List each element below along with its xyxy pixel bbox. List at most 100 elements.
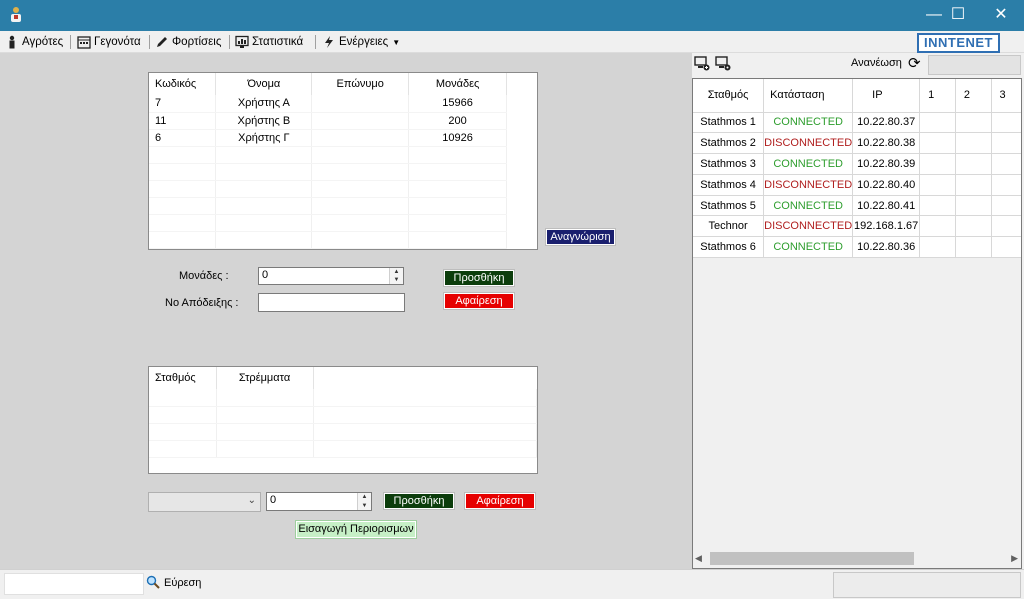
cell-ip: 10.22.80.37	[852, 112, 921, 134]
cell-status: CONNECTED	[763, 236, 854, 259]
cell-status: CONNECTED	[763, 153, 854, 175]
scroll-left-icon[interactable]: ◀	[695, 553, 702, 564]
cell-ip: 10.22.80.39	[852, 153, 921, 175]
users-grid[interactable]: Κωδικός Όνομα Επώνυμο Μονάδες 7 Χρήστης …	[148, 72, 538, 250]
cell-status: CONNECTED	[763, 195, 854, 217]
add-units-button[interactable]: Προσθήκη	[443, 269, 515, 287]
cell-units: 15966	[408, 95, 507, 113]
column-header-last-name[interactable]: Επώνυμο	[311, 73, 410, 95]
menu-farmers[interactable]: Αγρότες	[5, 34, 63, 50]
menu-events[interactable]: Γεγονότα	[77, 34, 141, 50]
cell-units: 200	[408, 112, 507, 130]
menu-events-label: Γεγονότα	[94, 36, 141, 48]
column-header-first-name[interactable]: Όνομα	[215, 73, 313, 95]
units-spinner[interactable]: ▲ ▼	[389, 268, 403, 284]
lightning-icon	[325, 36, 333, 48]
monitor-chart-icon	[235, 35, 249, 48]
menu-farmers-label: Αγρότες	[22, 36, 64, 48]
scrollbar-thumb[interactable]	[710, 552, 914, 565]
cell-station: Stathmos 4	[693, 174, 765, 196]
spin-down-icon[interactable]: ▼	[390, 276, 403, 284]
table-row[interactable]: 7 Χρήστης Α 15966	[149, 95, 507, 113]
empty-row	[149, 423, 537, 441]
scroll-right-icon[interactable]: ▶	[1011, 553, 1018, 564]
cell-status: DISCONNECTED	[763, 132, 854, 155]
column-header-station[interactable]: Σταθμός	[693, 79, 765, 113]
table-row[interactable]: Stathmos 6 CONNECTED 10.22.80.36	[693, 236, 1021, 259]
insert-restrictions-button[interactable]: Εισαγωγή Περιορισμων	[295, 520, 417, 539]
table-row[interactable]: Stathmos 3 CONNECTED 10.22.80.39	[693, 153, 1021, 175]
column-header-station[interactable]: Σταθμός	[149, 367, 217, 389]
column-header-2[interactable]: 2	[955, 79, 992, 113]
search-label[interactable]: Εύρεση	[164, 577, 201, 589]
stations-grid[interactable]: Σταθμός Στρέμματα	[148, 366, 538, 474]
menu-statistics[interactable]: Στατιστικά	[235, 34, 303, 50]
column-header-code[interactable]: Κωδικός	[149, 73, 217, 95]
refresh-icon[interactable]: ⟳	[908, 54, 921, 72]
units-label: Μονάδες :	[179, 270, 229, 282]
acres-stepper[interactable]: 0 ▲ ▼	[266, 492, 372, 511]
acres-spinner[interactable]: ▲ ▼	[357, 493, 371, 510]
menu-actions-label: Ενέργειες	[339, 36, 389, 48]
table-row[interactable]: Stathmos 5 CONNECTED 10.22.80.41	[693, 195, 1021, 217]
column-header-1[interactable]: 1	[919, 79, 956, 113]
table-row[interactable]: Stathmos 1 CONNECTED 10.22.80.37	[693, 112, 1021, 134]
acres-value: 0	[270, 494, 277, 506]
cell-status: DISCONNECTED	[763, 215, 854, 238]
search-input[interactable]	[4, 573, 144, 595]
empty-row	[149, 231, 507, 249]
spin-up-icon[interactable]: ▲	[390, 268, 403, 276]
horizontal-scrollbar[interactable]: ◀ ▶	[693, 549, 1021, 568]
receipt-label: Νο Απόδειξης :	[165, 297, 239, 309]
maximize-button[interactable]: ☐	[935, 0, 981, 31]
menu-loads[interactable]: Φορτίσεις	[155, 34, 221, 50]
menu-separator	[149, 35, 150, 49]
menu-statistics-label: Στατιστικά	[252, 36, 304, 48]
empty-row	[149, 146, 507, 164]
column-header-ip[interactable]: IP	[852, 79, 921, 113]
column-header-status[interactable]: Κατάσταση	[763, 79, 854, 113]
stations-status-header: Σταθμός Κατάσταση IP 1 2 3	[693, 79, 1021, 113]
add-station-button[interactable]	[694, 55, 710, 74]
spin-up-icon[interactable]: ▲	[358, 493, 371, 502]
search-icon[interactable]	[146, 575, 160, 592]
table-row[interactable]: 11 Χρήστης Β 200	[149, 112, 507, 130]
recognition-button[interactable]: Αναγνώριση	[545, 228, 616, 246]
column-header-filler	[313, 367, 537, 389]
units-stepper[interactable]: 0 ▲ ▼	[258, 267, 404, 285]
remove-units-button[interactable]: Αφαίρεση	[443, 292, 515, 310]
chevron-down-icon: ⌄	[247, 495, 256, 506]
cell-station: Stathmos 1	[693, 112, 765, 134]
table-row[interactable]: Stathmos 4 DISCONNECTED 10.22.80.40	[693, 174, 1021, 196]
add-restriction-button[interactable]: Προσθήκη	[383, 492, 455, 510]
spin-down-icon[interactable]: ▼	[358, 502, 371, 511]
empty-row	[149, 163, 507, 181]
edit-station-button[interactable]	[715, 55, 731, 74]
remove-restriction-button[interactable]: Αφαίρεση	[464, 492, 536, 510]
column-header-acres[interactable]: Στρέμματα	[216, 367, 314, 389]
cell-first-name: Χρήστης Α	[215, 95, 313, 113]
close-button[interactable]: ✕	[978, 0, 1024, 31]
cell-status: DISCONNECTED	[763, 174, 854, 196]
table-row[interactable]: Technor DISCONNECTED 192.168.1.67	[693, 215, 1021, 238]
menu-separator	[70, 35, 71, 49]
cell-ip: 10.22.80.38	[852, 132, 921, 155]
cell-last-name	[311, 129, 410, 147]
stations-panel: Ανανέωση ⟳ Σταθμός Κατάσταση IP 1 2 3 St…	[692, 53, 1024, 569]
pencil-icon	[157, 37, 167, 47]
column-header-3[interactable]: 3	[991, 79, 1021, 113]
refresh-status-box	[928, 55, 1021, 75]
menu-actions[interactable]: Ενέργειες ▼	[322, 34, 400, 50]
station-select[interactable]: ⌄	[148, 492, 261, 512]
cell-ip: 10.22.80.40	[852, 174, 921, 196]
cell-last-name	[311, 112, 410, 130]
cell-station: Stathmos 3	[693, 153, 765, 175]
receipt-input[interactable]	[258, 293, 405, 312]
table-row[interactable]: Stathmos 2 DISCONNECTED 10.22.80.38	[693, 132, 1021, 155]
stations-status-grid[interactable]: Σταθμός Κατάσταση IP 1 2 3 Stathmos 1 CO…	[692, 78, 1022, 569]
table-row[interactable]: 6 Χρήστης Γ 10926	[149, 129, 507, 147]
cell-station: Technor	[693, 215, 765, 238]
column-header-units[interactable]: Μονάδες	[408, 73, 507, 95]
cell-code: 6	[149, 129, 217, 147]
app-icon	[11, 7, 21, 22]
